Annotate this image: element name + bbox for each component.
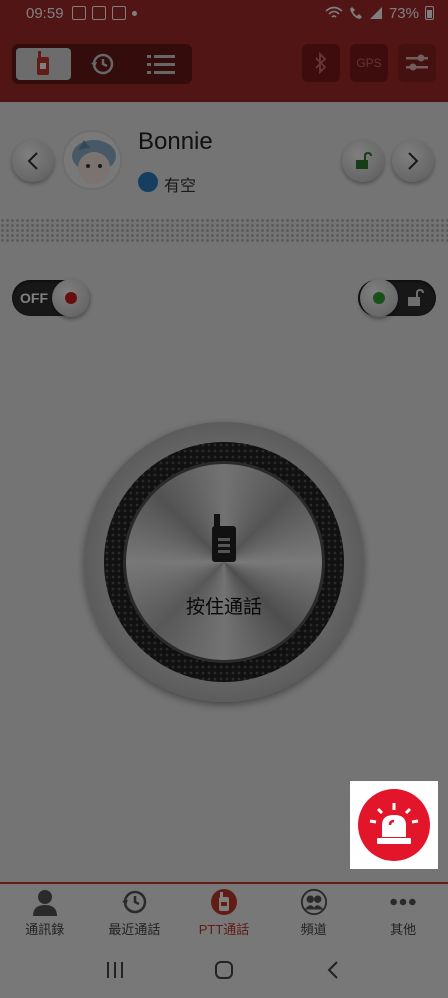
home-button[interactable] [209,955,239,985]
emergency-highlight [350,781,438,869]
contact-name: Bonnie [138,128,213,155]
tab-history[interactable] [75,48,130,80]
avatar [62,130,122,190]
home-icon [214,961,233,979]
back-icon [327,961,339,979]
speaker-grille: 按住通話 [104,442,344,682]
screenshot-icon [91,6,106,20]
system-nav-bar [0,942,448,998]
chevron-right-icon [408,152,419,170]
toggle-label: OFF [20,290,48,306]
speaker-divider [0,218,448,242]
view-segmented-control [12,44,192,84]
battery-icon [425,6,434,20]
red-led-icon [65,292,77,304]
presence-indicator [138,172,158,192]
tab-recent[interactable]: 最近通話 [90,884,180,942]
tab-channel[interactable]: 頻道 [269,884,359,942]
bottom-tab-bar: 通訊錄 最近通話 PTT通話 頻道 其他 [0,882,448,942]
chevron-left-icon [27,152,38,170]
ptt-dial: 按住通話 [84,422,364,702]
more-icon [389,888,417,916]
back-button[interactable] [318,955,348,985]
bluetooth-button[interactable] [302,44,340,82]
status-bar: 09:59 73% [0,0,448,26]
tab-label: 通訊錄 [25,922,65,937]
recent-apps-icon [106,962,123,978]
tab-list[interactable] [133,48,188,80]
tab-label: PTT通話 [198,922,250,937]
ptt-label: 按住通話 [185,597,262,618]
tab-ptt[interactable] [16,48,71,80]
presence-status: 有空 [164,178,197,195]
push-to-talk-button[interactable]: 按住通話 [126,464,322,660]
emergency-button[interactable] [358,789,430,861]
notification-icon [71,6,86,20]
ptt-panel: Bonnie 有空 OFF 按住通話 [0,102,448,882]
clock: 09:59 [26,4,64,22]
tab-more[interactable]: 其他 [358,884,448,942]
tab-label: 最近通話 [108,922,161,937]
next-contact-button[interactable] [392,140,434,182]
gps-button[interactable]: GPS [350,44,388,82]
recent-apps-button[interactable] [100,955,130,985]
battery-percent: 73% [388,4,419,22]
dot-icon [131,10,137,16]
avatar-image [64,132,120,188]
settings-button[interactable] [398,44,436,82]
walkie-talkie-icon [212,514,236,562]
signal-icon [369,7,382,19]
prev-contact-button[interactable] [12,140,54,182]
unlock-icon [356,152,372,169]
call-icon [349,7,362,19]
bluetooth-icon [315,52,327,74]
history-icon [120,888,148,916]
top-toolbar: GPS [0,26,448,102]
off-toggle[interactable]: OFF [12,279,90,317]
tab-contacts[interactable]: 通訊錄 [0,884,90,942]
siren-icon [369,803,419,844]
toggle-knob[interactable] [360,279,398,317]
walkie-talkie-icon [210,888,238,916]
tab-label: 頻道 [300,922,327,937]
list-icon [146,55,175,74]
wifi-icon [325,6,343,18]
toggle-knob[interactable] [52,279,90,317]
app-icon [111,6,126,20]
person-icon [31,888,59,916]
lock-toggle[interactable] [358,279,436,317]
tab-label: 其他 [390,922,417,937]
group-icon [300,888,328,916]
history-icon [91,53,114,75]
gps-label: GPS [356,56,382,70]
walkie-talkie-icon [37,51,50,75]
notification-icons [71,6,137,20]
unlock-icon [408,288,424,306]
tab-ptt-call[interactable]: PTT通話 [179,884,269,942]
green-led-icon [373,292,385,304]
lock-button[interactable] [342,140,384,182]
sliders-icon [406,54,428,71]
